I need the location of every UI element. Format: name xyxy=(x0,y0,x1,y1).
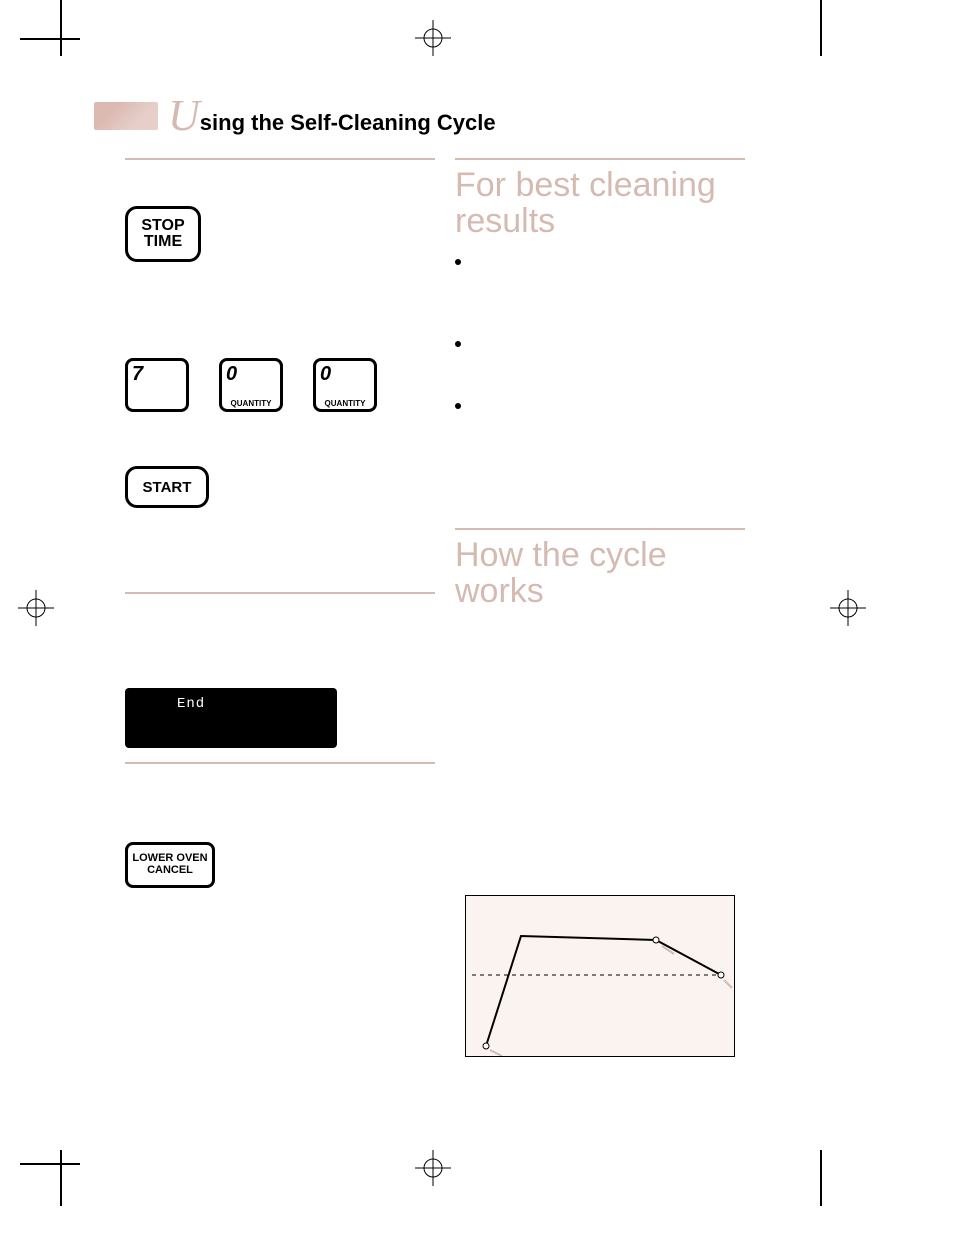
register-mark-icon xyxy=(415,20,451,56)
keypad-0-button[interactable]: 0 QUANTITY xyxy=(313,358,377,412)
title-text: sing the Self-Cleaning Cycle xyxy=(200,110,496,136)
bullet-icon xyxy=(455,259,461,265)
oven-display: End xyxy=(125,688,337,748)
crop-mark xyxy=(820,0,822,56)
stop-time-button[interactable]: STOP TIME xyxy=(125,206,201,262)
chart-svg xyxy=(466,896,734,1056)
rule xyxy=(125,592,435,594)
digit-value: 0 xyxy=(226,363,237,386)
bullet-item xyxy=(455,253,745,265)
digit-value: 0 xyxy=(320,363,331,386)
display-panel: End xyxy=(125,688,435,748)
keypad-7-button[interactable]: 7 xyxy=(125,358,189,412)
start-button[interactable]: START xyxy=(125,466,209,508)
digit-sublabel: QUANTITY xyxy=(316,399,374,408)
heading-best-results: For best cleaning results xyxy=(455,168,745,239)
rule xyxy=(125,158,435,160)
register-mark-icon xyxy=(415,1150,451,1186)
digit-value: 7 xyxy=(132,363,143,386)
bullet-icon xyxy=(455,403,461,409)
step-stop-time: STOP TIME xyxy=(125,206,435,262)
rule xyxy=(125,762,435,764)
rule xyxy=(455,158,745,160)
crop-mark xyxy=(820,1150,822,1206)
heading-how-works: How the cycle works xyxy=(455,538,745,609)
crop-mark xyxy=(60,0,62,56)
register-mark-icon xyxy=(18,590,54,626)
display-text: End xyxy=(177,696,205,712)
temperature-curve-figure xyxy=(465,895,735,1057)
crop-mark xyxy=(20,38,80,40)
step-cancel: LOWER OVEN CANCEL xyxy=(125,842,435,888)
bullet-item xyxy=(455,335,745,347)
title-drop-cap: U xyxy=(168,94,200,138)
bullet-icon xyxy=(455,341,461,347)
crop-mark xyxy=(60,1150,62,1206)
keypad-0-button[interactable]: 0 QUANTITY xyxy=(219,358,283,412)
step-start: START xyxy=(125,466,435,508)
heading-text: How the cycle works xyxy=(455,538,745,609)
bullet-item xyxy=(455,397,745,409)
page-title: U sing the Self-Cleaning Cycle xyxy=(94,94,496,138)
lower-oven-cancel-button[interactable]: LOWER OVEN CANCEL xyxy=(125,842,215,888)
page: U sing the Self-Cleaning Cycle STOP TIME… xyxy=(0,0,954,1235)
rule xyxy=(455,528,745,530)
digit-sublabel: QUANTITY xyxy=(222,399,280,408)
left-column xyxy=(125,158,435,160)
right-column: For best cleaning results xyxy=(455,158,745,409)
step-digits: 7 0 QUANTITY 0 QUANTITY xyxy=(125,358,435,412)
brand-swatch-icon xyxy=(94,102,158,130)
register-mark-icon xyxy=(830,590,866,626)
crop-mark xyxy=(20,1163,80,1165)
